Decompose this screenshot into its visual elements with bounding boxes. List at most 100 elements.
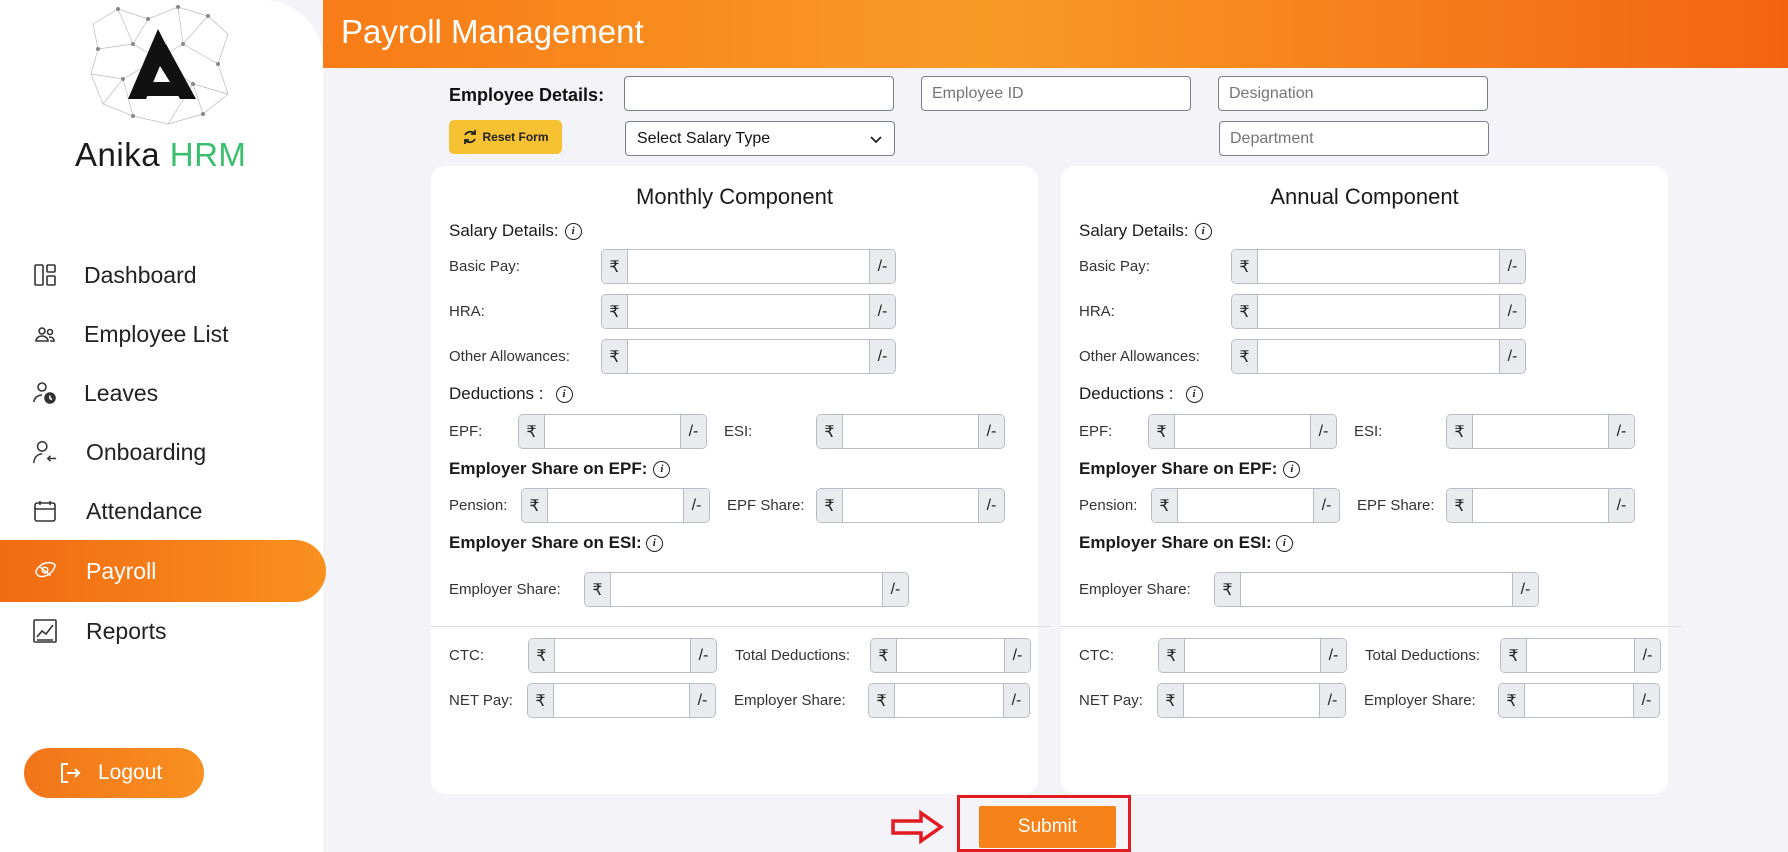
basic-pay-label: Basic Pay: xyxy=(1079,258,1150,275)
total-deductions-input[interactable]: ₹ /- xyxy=(870,638,1031,673)
employer-epf-heading: Employer Share on EPF: i xyxy=(1079,459,1301,479)
sidebar-item-attendance[interactable]: Attendance xyxy=(0,480,326,542)
employer-share-total-label: Employer Share: xyxy=(1364,692,1476,709)
employer-esi-label: Employer Share on ESI: xyxy=(1079,533,1272,552)
esi-input[interactable]: ₹ /- xyxy=(816,414,1005,449)
epf-share-input[interactable]: ₹ /- xyxy=(1446,488,1635,523)
rupee-prefix: ₹ xyxy=(817,415,843,448)
epf-input[interactable]: ₹ /- xyxy=(1148,414,1337,449)
basic-pay-input[interactable]: ₹ /- xyxy=(1231,249,1526,284)
rupee-prefix: ₹ xyxy=(585,573,611,606)
user-clock-icon xyxy=(32,380,58,406)
ctc-input[interactable]: ₹ /- xyxy=(1158,638,1347,673)
rupee-prefix: ₹ xyxy=(1158,684,1184,717)
employee-id-field[interactable] xyxy=(921,76,1191,111)
suffix: /- xyxy=(1608,415,1634,448)
sidebar-item-label: Employee List xyxy=(84,320,229,347)
sidebar-item-label: Dashboard xyxy=(84,261,197,288)
pension-label: Pension: xyxy=(1079,497,1138,514)
logo-icon xyxy=(90,5,229,125)
net-pay-input[interactable]: ₹ /- xyxy=(1157,683,1346,718)
employer-share-input[interactable]: ₹ /- xyxy=(1214,572,1539,607)
user-arrow-icon xyxy=(32,439,58,465)
ctc-input[interactable]: ₹ /- xyxy=(528,638,717,673)
suffix: /- xyxy=(869,295,895,328)
net-pay-label: NET Pay: xyxy=(449,692,513,709)
rupee-prefix: ₹ xyxy=(602,295,628,328)
epf-share-input[interactable]: ₹ /- xyxy=(816,488,1005,523)
suffix: /- xyxy=(978,489,1004,522)
suffix: /- xyxy=(1499,250,1525,283)
info-icon[interactable]: i xyxy=(564,223,582,241)
info-icon[interactable]: i xyxy=(653,461,671,479)
esi-label: ESI: xyxy=(724,423,753,440)
other-allowances-input[interactable]: ₹ /- xyxy=(601,339,896,374)
basic-pay-input[interactable]: ₹ /- xyxy=(601,249,896,284)
designation-field[interactable] xyxy=(1218,76,1488,111)
monthly-component-card: Monthly Component Salary Details: i Basic… xyxy=(431,166,1051,794)
total-deductions-input[interactable]: ₹ /- xyxy=(1500,638,1661,673)
other-allowances-input[interactable]: ₹ /- xyxy=(1231,339,1526,374)
sidebar-item-payroll[interactable]: Payroll xyxy=(0,540,326,602)
salary-details-label: Salary Details: xyxy=(1079,221,1189,240)
info-icon[interactable]: i xyxy=(1275,535,1293,553)
brand-accent: HRM xyxy=(169,136,247,173)
esi-label: ESI: xyxy=(1354,423,1383,440)
employer-share-total-input[interactable]: ₹ /- xyxy=(1498,683,1660,718)
employer-esi-label: Employer Share on ESI: xyxy=(449,533,642,552)
rupee-prefix: ₹ xyxy=(1149,415,1175,448)
sidebar-item-dashboard[interactable]: Dashboard xyxy=(0,244,326,306)
reset-form-button[interactable]: Reset Form xyxy=(449,120,562,154)
hra-label: HRA: xyxy=(449,303,485,320)
employer-share-total-input[interactable]: ₹ /- xyxy=(868,683,1030,718)
logout-label: Logout xyxy=(98,761,163,784)
info-icon[interactable]: i xyxy=(645,535,663,553)
ctc-label: CTC: xyxy=(449,647,484,664)
net-pay-input[interactable]: ₹ /- xyxy=(527,683,716,718)
employer-share-input[interactable]: ₹ /- xyxy=(584,572,909,607)
refresh-icon xyxy=(464,130,477,144)
suffix: /- xyxy=(1499,295,1525,328)
esi-input[interactable]: ₹ /- xyxy=(1446,414,1635,449)
sidebar-item-label: Reports xyxy=(86,617,167,644)
info-icon[interactable]: i xyxy=(1283,461,1301,479)
employer-esi-heading: Employer Share on ESI: i xyxy=(1079,533,1293,553)
sidebar-item-label: Leaves xyxy=(84,379,159,406)
info-icon[interactable]: i xyxy=(1185,386,1203,404)
epf-share-label: EPF Share: xyxy=(727,497,805,514)
chevron-down-icon xyxy=(870,136,882,144)
sidebar: Anika HRM Dashboard Employee List Leaves… xyxy=(0,0,326,852)
sidebar-item-leaves[interactable]: Leaves xyxy=(0,362,326,424)
suffix: /- xyxy=(978,415,1004,448)
calendar-icon xyxy=(32,498,58,524)
department-field[interactable] xyxy=(1219,121,1489,156)
employer-epf-label: Employer Share on EPF: xyxy=(449,459,648,478)
info-icon[interactable]: i xyxy=(555,386,573,404)
annual-component-card: Annual Component Salary Details: i Basic … xyxy=(1061,166,1681,794)
hra-input[interactable]: ₹ /- xyxy=(1231,294,1526,329)
logout-button[interactable]: Logout xyxy=(24,748,204,798)
suffix: /- xyxy=(1004,639,1030,672)
submit-button[interactable]: Submit xyxy=(979,806,1116,848)
rupee-prefix: ₹ xyxy=(871,639,897,672)
employer-epf-heading: Employer Share on EPF: i xyxy=(449,459,671,479)
page-header: Payroll Management xyxy=(323,0,1788,68)
pension-input[interactable]: ₹ /- xyxy=(1151,488,1340,523)
employee-name-field[interactable] xyxy=(624,76,894,111)
employer-share-label: Employer Share: xyxy=(1079,581,1191,598)
sidebar-item-onboarding[interactable]: Onboarding xyxy=(0,421,326,483)
suffix: /- xyxy=(1320,639,1346,672)
pension-input[interactable]: ₹ /- xyxy=(521,488,710,523)
chart-icon xyxy=(32,618,58,644)
rupee-prefix: ₹ xyxy=(1232,250,1258,283)
rupee-prefix: ₹ xyxy=(1232,340,1258,373)
sidebar-item-reports[interactable]: Reports xyxy=(0,600,326,662)
sidebar-item-employee-list[interactable]: Employee List xyxy=(0,303,326,365)
pension-label: Pension: xyxy=(449,497,508,514)
epf-input[interactable]: ₹ /- xyxy=(518,414,707,449)
info-icon[interactable]: i xyxy=(1194,223,1212,241)
salary-type-select[interactable]: Select Salary Type xyxy=(625,121,895,156)
epf-share-label: EPF Share: xyxy=(1357,497,1435,514)
hra-input[interactable]: ₹ /- xyxy=(601,294,896,329)
suffix: /- xyxy=(1003,684,1029,717)
